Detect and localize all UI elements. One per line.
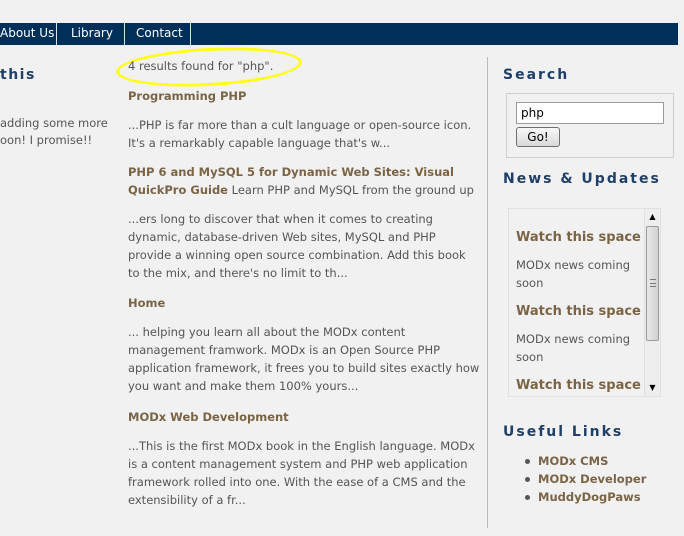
nav-item-library[interactable]: Library [71,23,113,45]
left-column-line: oon! I promise!! [0,133,93,147]
main-nav: About Us Library Contact [0,23,678,45]
news-list: Watch this space MODx news coming soon W… [516,229,646,396]
result-inline-description: Learn PHP and MySQL from the ground up [227,183,474,197]
useful-link-item: MODx CMS [523,452,646,470]
news-item-title: Watch this space [516,230,641,245]
news-item-text: MODx news coming soon [516,258,631,290]
scroll-down-arrow-icon[interactable]: ▼ [645,380,660,395]
result-excerpt: ...This is the first MODx book in the En… [128,439,475,507]
useful-links-heading: Useful Links [503,424,624,440]
news-item-title: Watch this space [516,304,641,319]
result-excerpt: ...PHP is far more than a cult language … [128,118,472,150]
go-button[interactable]: Go! [516,127,560,147]
top-strip [0,0,684,23]
result-title-link[interactable]: Programming PHP [128,87,480,105]
result-item: PHP 6 and MySQL 5 for Dynamic Web Sites:… [128,163,480,282]
column-divider [487,57,488,528]
result-item: MODx Web Development ...This is the firs… [128,408,480,509]
useful-link-item: MuddyDogPaws [523,488,646,506]
result-item: Programming PHP ...PHP is far more than … [128,87,480,152]
nav-item-about-us[interactable]: About Us [0,23,54,45]
news-scrollbar[interactable]: ▲ ▼ [644,209,660,396]
useful-links-list: MODx CMS MODx Developer MuddyDogPaws [523,452,646,506]
result-excerpt: ... helping you learn all about the MODx… [128,325,480,393]
left-column-heading: this [0,67,36,83]
news-item-title: Watch this space [516,378,641,393]
results-count: 4 results found for "php". [128,59,274,73]
search-results: 4 results found for "php". Programming P… [128,57,479,507]
left-column-line: adding some more [0,116,108,130]
scroll-up-arrow-icon[interactable]: ▲ [645,209,660,224]
link-modx-developer[interactable]: MODx Developer [538,472,646,486]
nav-separator [56,23,57,45]
news-heading: News & Updates [503,171,661,187]
link-muddydogpaws[interactable]: MuddyDogPaws [538,490,641,504]
grip-icon [650,279,656,287]
nav-separator [124,23,125,45]
useful-link-item: MODx Developer [523,470,646,488]
news-scroll-panel[interactable]: Watch this space MODx news coming soon W… [508,208,661,397]
link-modx-cms[interactable]: MODx CMS [538,454,608,468]
left-column-text: adding some more oon! I promise!! [0,115,110,149]
search-input[interactable] [516,102,664,124]
scrollbar-thumb[interactable] [646,226,659,341]
search-heading: Search [503,67,570,83]
result-excerpt: ...ers long to discover that when it com… [128,212,466,280]
nav-separator [190,23,191,45]
nav-item-contact[interactable]: Contact [136,23,183,45]
result-title-link[interactable]: MODx Web Development [128,408,480,426]
search-form: Go! [506,93,674,158]
result-item: Home ... helping you learn all about the… [128,294,480,395]
result-title-link[interactable]: Home [128,294,480,312]
news-item-text: MODx news coming soon [516,332,631,364]
